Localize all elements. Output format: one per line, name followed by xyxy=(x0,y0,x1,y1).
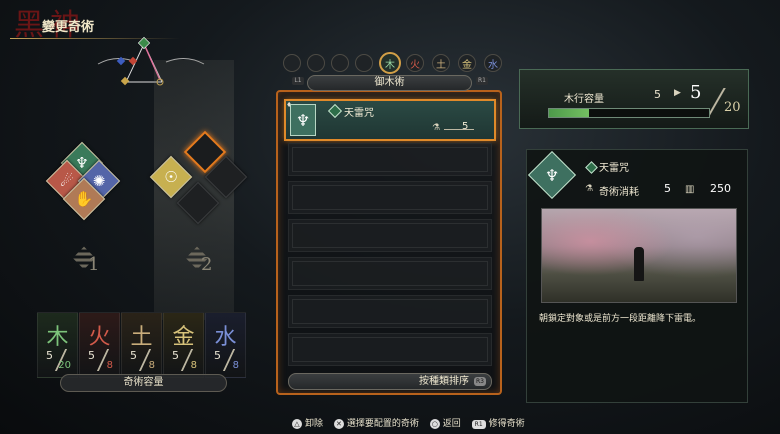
spell-row-empty[interactable] xyxy=(288,143,492,176)
element-symbol: 火 xyxy=(88,325,111,350)
detail-cost: 5 xyxy=(664,182,671,195)
capacity-max: 20 xyxy=(58,360,71,371)
select-label: 選擇要配置的奇術 xyxy=(346,419,419,429)
spell-row-empty[interactable] xyxy=(288,181,492,214)
acquire-prompt[interactable]: R1 修得奇術 xyxy=(471,419,525,429)
element-symbol: 木 xyxy=(46,325,69,350)
capacity-current: 5 xyxy=(130,349,137,362)
spell-row-selected[interactable]: ♦ ♆ 天雷咒 ⚗ 5 xyxy=(284,99,496,141)
element-symbol: 水 xyxy=(214,325,237,350)
spell-preview-image xyxy=(541,208,737,303)
slot2-number: 2 xyxy=(201,254,213,275)
cost-icon: ⚗ xyxy=(432,123,441,133)
unequip-prompt[interactable]: △ 卸除 xyxy=(292,419,323,429)
wood-element-icon xyxy=(585,161,598,174)
circle-button-icon: ○ xyxy=(429,419,440,429)
spell-description: 朝鎖定對象或是前方一段距離降下雷電。 xyxy=(539,314,702,324)
select-prompt[interactable]: ✕ 選擇要配置的奇術 xyxy=(333,419,419,429)
tab-2[interactable] xyxy=(331,54,349,72)
capacity-bar xyxy=(548,108,710,118)
triangle-button-icon: △ xyxy=(292,419,302,429)
capacity-card: 火58 xyxy=(79,312,120,378)
slot1-number: 1 xyxy=(88,254,100,275)
tab-next-button[interactable]: R1 xyxy=(476,77,488,85)
cost-divider xyxy=(444,129,474,130)
capacity-card: 金58 xyxy=(163,312,204,378)
spell-row-empty[interactable] xyxy=(288,295,492,328)
capacity-card: 土58 xyxy=(121,312,162,378)
tab-fire-icon[interactable]: 火 xyxy=(406,54,424,72)
tab-3[interactable] xyxy=(355,54,373,72)
book-icon: ▥ xyxy=(685,184,695,195)
tab-0[interactable] xyxy=(283,54,301,72)
capacity-label: 奇術容量 xyxy=(60,374,227,392)
tab-prev-button[interactable]: L1 xyxy=(292,77,304,85)
back-prompt[interactable]: ○ 返回 xyxy=(429,419,461,429)
capacity-max: 8 xyxy=(148,360,155,371)
spell-cost: 5 xyxy=(462,121,469,132)
r3-button-icon: R3 xyxy=(474,377,486,386)
capacity-current: 5 xyxy=(88,349,95,362)
acquire-label: 修得奇術 xyxy=(488,419,525,429)
tab-earth-icon[interactable]: 土 xyxy=(432,54,450,72)
character-figure xyxy=(634,247,644,281)
back-label: 返回 xyxy=(442,419,461,429)
arrow-right-icon: ▶ xyxy=(674,88,681,98)
capacity-card: 木 5 20 xyxy=(37,312,78,378)
unequip-label: 卸除 xyxy=(305,419,324,429)
capacity-current: 5 xyxy=(214,349,221,362)
capacity-max: 8 xyxy=(106,360,113,371)
capacity-title: 木行容量 xyxy=(564,94,604,105)
cost-icon: ⚗ xyxy=(585,184,594,194)
capacity-current: 5 xyxy=(46,349,53,362)
spell-row-empty[interactable] xyxy=(288,333,492,366)
capacity-card: 水58 xyxy=(205,312,246,378)
sort-label: 按種類排序 xyxy=(419,376,469,387)
tab-metal-icon[interactable]: 金 xyxy=(458,54,476,72)
lightning-spell-icon: ♆ xyxy=(290,104,316,136)
sort-button[interactable]: 按種類排序 R3 xyxy=(288,373,492,390)
tab-water-icon[interactable]: 水 xyxy=(484,54,502,72)
capacity-max: 8 xyxy=(232,360,239,371)
tab-wood-icon[interactable]: 木 xyxy=(379,52,401,74)
tab-1[interactable] xyxy=(307,54,325,72)
element-symbol: 金 xyxy=(172,325,195,350)
element-symbol: 土 xyxy=(130,325,153,350)
lightning-spell-icon: ♆ xyxy=(527,150,577,200)
capacity-current: 5 xyxy=(654,88,661,101)
capacity-current: 5 xyxy=(172,349,179,362)
capacity-max: 20 xyxy=(724,100,741,115)
detail-cost-label: 奇術消耗 xyxy=(599,187,639,198)
spell-detail-panel: ♆ 天雷咒 ⚗ 奇術消耗 5 ▥ 250 朝鎖定對象或是前方一段距離降下雷電。 xyxy=(526,149,748,403)
category-title: 御木術 xyxy=(307,75,472,91)
wood-capacity-panel: 木行容量 5 ▶ 5 20 xyxy=(519,69,749,129)
r1-button-icon: R1 xyxy=(471,420,486,429)
wood-element-icon xyxy=(327,103,343,119)
capacity-max: 8 xyxy=(190,360,197,371)
detail-points: 250 xyxy=(710,182,731,195)
detail-spell-name: 天雷咒 xyxy=(599,163,629,174)
button-prompts: △ 卸除 ✕ 選擇要配置的奇術 ○ 返回 R1 修得奇術 xyxy=(292,416,533,429)
spell-row-empty[interactable] xyxy=(288,219,492,252)
page-title: 變更奇術 xyxy=(42,20,95,35)
spell-name: 天雷咒 xyxy=(344,108,374,119)
capacity-bar-fill xyxy=(549,109,589,117)
capacity-new: 5 xyxy=(690,82,702,103)
spell-row-empty[interactable] xyxy=(288,257,492,290)
cross-button-icon: ✕ xyxy=(333,419,344,429)
